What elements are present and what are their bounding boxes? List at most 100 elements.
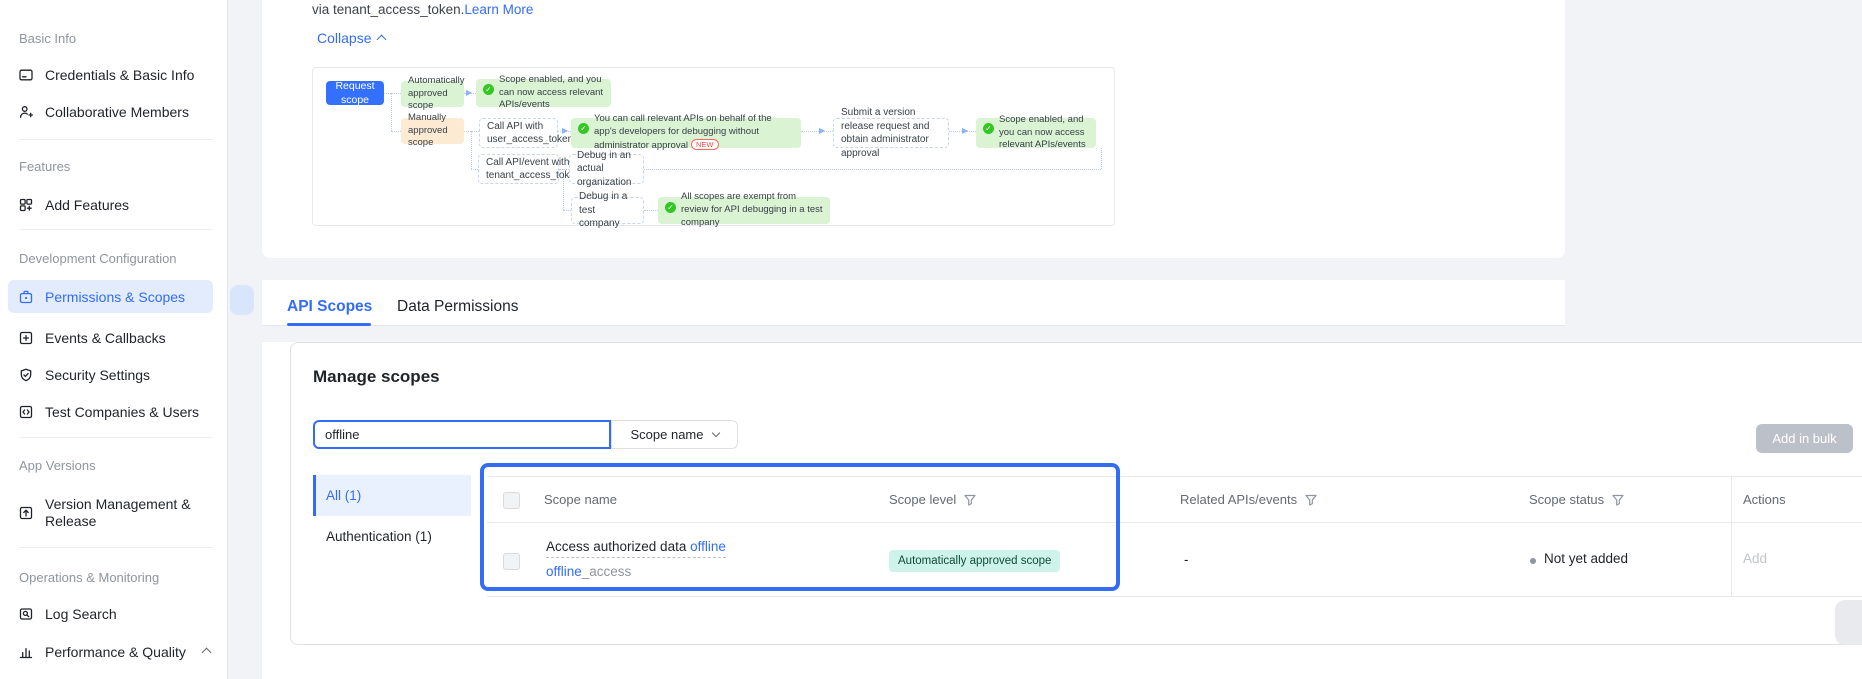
app-window: Basic Info Credentials & Basic Info Coll… [0,0,1862,679]
connector [391,131,401,132]
sidebar-item-events-callbacks[interactable]: Events & Callbacks [8,322,213,354]
arrow-right-icon: ▶ [819,127,825,135]
intro-text: via tenant_access_token.Learn More [312,2,533,17]
node-scope-enabled-2: ✓Scope enabled, and you can now access r… [976,118,1096,148]
column-header-scope-level: Scope level [889,477,977,522]
filter-funnel-icon[interactable] [1611,493,1625,507]
sidebar-item-label: Performance & Quality [45,644,186,660]
sidebar-item-label: Add Features [45,197,129,213]
sidebar-item-log-search[interactable]: Log Search [8,598,213,630]
sidebar-item-add-features[interactable]: Add Features [8,189,213,221]
node-label: Call API with user_access_token [487,120,573,147]
sidebar-item-label: Collaborative Members [45,104,189,120]
learn-more-link[interactable]: Learn More [464,2,533,17]
add-action-link[interactable]: Add [1743,551,1767,566]
sidebar-item-label: Permissions & Scopes [45,289,185,305]
node-submit-release-request: Submit a version release request and obt… [833,118,949,148]
scope-id-match[interactable]: offline [546,564,582,579]
sidebar-item-label: Test Companies & Users [45,404,199,420]
connector [801,131,833,132]
scopes-table: Scope name Scope level Related APIs/even… [487,476,1862,679]
divider [19,229,213,230]
search-filter-dropdown[interactable]: Scope name [611,420,738,449]
scope-name-text: Access authorized data [546,539,690,554]
active-tab-underline [287,323,371,326]
column-header-scope-status: Scope status [1529,477,1625,522]
shield-check-icon [18,367,34,383]
filter-item-all[interactable]: All (1) [313,475,471,516]
square-add-icon [18,330,34,346]
node-label: Scope enabled, and you can now access re… [499,74,604,112]
connector [644,169,1101,170]
column-label: Related APIs/events [1180,492,1297,507]
new-badge: NEW [691,139,719,150]
sidebar-item-test-companies-users[interactable]: Test Companies & Users [8,396,213,428]
divider [487,522,1862,523]
section-label-basic-info: Basic Info [19,31,209,46]
select-all-checkbox[interactable] [503,492,520,509]
sidebar-item-collaborative-members[interactable]: Collaborative Members [8,96,213,128]
sidebar-item-label: Log Search [45,606,117,622]
active-filter-bar [313,475,316,516]
divider [1731,477,1732,596]
node-label: Debug in an actual organization [577,149,636,190]
node-scope-enabled-1: ✓Scope enabled, and you can now access r… [476,79,611,107]
collapse-link[interactable]: Collapse [317,30,385,46]
scope-id-suffix: _access [582,564,632,579]
filter-funnel-icon[interactable] [1304,493,1318,507]
grid-add-icon [18,197,34,213]
node-request-scope: Request scope [326,81,384,105]
node-label: Debug in a test company [579,190,636,231]
node-label: Call API/event with tenant_access_token [486,156,581,183]
connector [391,93,392,131]
sidebar-item-version-management[interactable]: Version Management & Release [8,487,213,539]
node-debug-actual-org: Debug in an actual organization [569,154,644,184]
node-label: Manually approved scope [408,112,457,150]
node-label: Automatically approved scope [408,75,465,113]
node-debug-without-approval: ✓You can call relevant APIs on behalf of… [571,118,801,148]
connector [644,210,658,211]
node-label: Request scope [333,79,377,107]
sidebar-item-credentials[interactable]: Credentials & Basic Info [8,59,213,91]
add-in-bulk-button[interactable]: Add in bulk [1756,424,1853,453]
tab-data-permissions[interactable]: Data Permissions [397,298,518,316]
id-card-icon [18,67,34,83]
related-apis-cell: - [1184,552,1189,567]
node-label: You can call relevant APIs on behalf of … [594,113,794,152]
sidebar-item-permissions-scopes[interactable]: Permissions & Scopes [8,280,213,313]
node-label: Submit a version release request and obt… [841,106,941,160]
chevron-down-icon [711,429,719,437]
connector [471,169,478,170]
scope-level-badge: Automatically approved scope [889,550,1060,572]
chevron-up-icon[interactable] [201,647,211,657]
sidebar-item-label: Version Management & Release [45,496,205,531]
connector [1101,148,1102,169]
tab-api-scopes[interactable]: API Scopes [287,298,372,316]
section-label-development-configuration: Development Configuration [19,251,209,266]
column-header-actions: Actions [1743,477,1786,522]
sidebar-item-security-settings[interactable]: Security Settings [8,359,213,391]
search-input[interactable] [313,420,611,449]
node-manually-approved: Manually approved scope [401,118,464,144]
filter-funnel-icon[interactable] [963,493,977,507]
arrow-right-icon: ▶ [466,89,472,97]
node-call-api-tenant-token: Call API/event with tenant_access_token [478,154,559,184]
scope-id-cell: offline_access [546,564,631,579]
section-label-app-versions: App Versions [19,458,209,473]
arrow-right-icon: ▶ [962,127,968,135]
filter-label: Authentication (1) [326,529,432,544]
scope-name-cell: Access authorized data offline [546,539,726,554]
connector [384,93,401,94]
floating-helper-widget[interactable] [1835,600,1862,645]
filter-item-authentication[interactable]: Authentication (1) [313,516,471,557]
check-circle-icon: ✓ [665,202,676,213]
row-checkbox[interactable] [503,553,520,570]
status-dot-icon [1530,558,1536,564]
node-auto-approved: Automatically approved scope [401,81,464,107]
sidebar-item-performance-quality[interactable]: Performance & Quality [8,636,213,668]
intro-text-body: via tenant_access_token. [312,2,464,17]
scope-name-line: Access authorized data offline [546,539,726,558]
node-label: All scopes are exempt from review for AP… [681,191,823,229]
scope-name-match[interactable]: offline [690,539,726,554]
connector [563,210,571,211]
